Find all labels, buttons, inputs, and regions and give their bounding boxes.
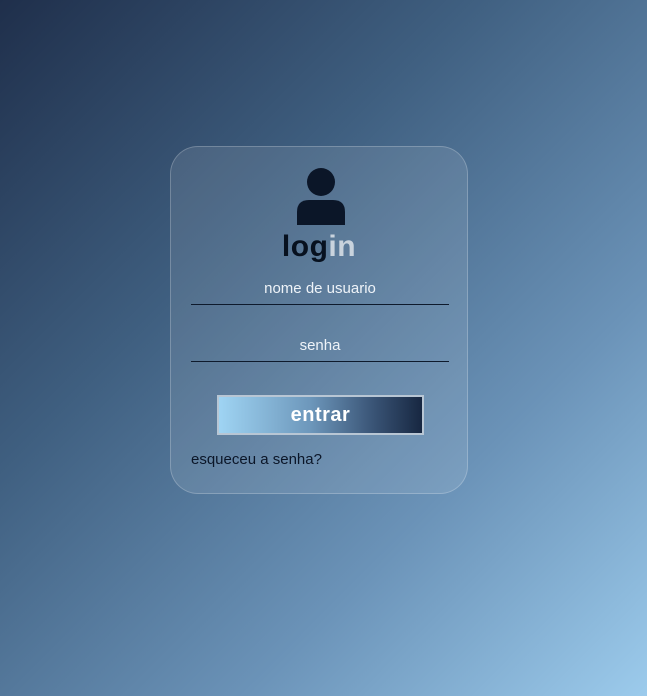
login-title-part2: in <box>328 230 357 263</box>
login-title: login <box>171 229 467 265</box>
forgot-password-link[interactable]: esqueceu a senha? <box>191 451 322 468</box>
password-input[interactable] <box>191 330 449 362</box>
user-icon <box>297 168 345 225</box>
username-input[interactable] <box>191 273 449 305</box>
login-submit-button[interactable]: entrar <box>217 395 424 435</box>
login-title-part1: log <box>281 230 329 263</box>
login-card: login entrar esqueceu a senha? <box>170 146 468 494</box>
